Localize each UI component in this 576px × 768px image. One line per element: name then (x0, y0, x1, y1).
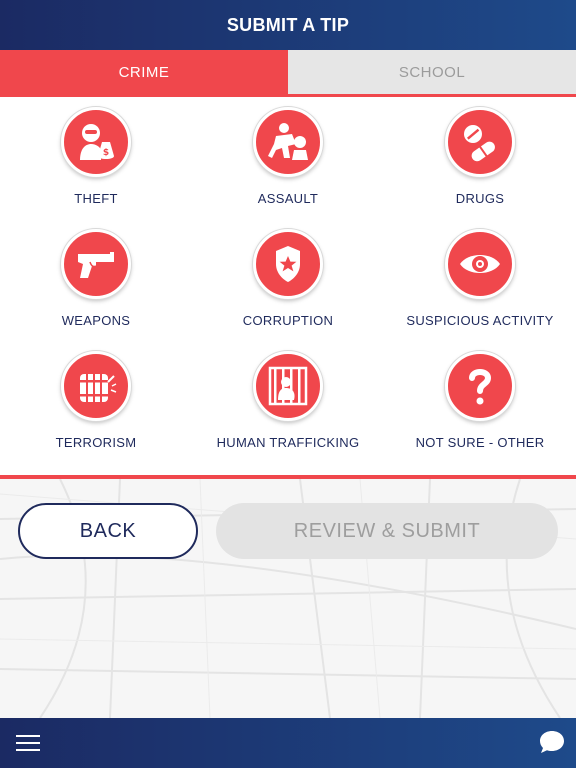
category-weapons[interactable]: WEAPONS (0, 219, 192, 341)
bottom-bar (0, 718, 576, 768)
app-header: SUBMIT A TIP (0, 0, 576, 50)
category-terrorism[interactable]: TERRORISM (0, 341, 192, 463)
thief-icon: $ (61, 107, 131, 177)
category-drugs[interactable]: DRUGS (384, 97, 576, 219)
hamburger-menu-icon[interactable] (16, 735, 40, 751)
chat-bubble-icon[interactable] (538, 728, 566, 756)
police-badge-icon (253, 229, 323, 299)
back-button[interactable]: BACK (18, 503, 198, 559)
category-label: THEFT (74, 191, 118, 206)
question-icon (445, 351, 515, 421)
category-label: SUSPICIOUS ACTIVITY (406, 313, 554, 328)
eye-icon (445, 229, 515, 299)
category-human-trafficking[interactable]: HUMAN TRAFFICKING (192, 341, 384, 463)
svg-text:$: $ (103, 148, 109, 158)
category-label: DRUGS (455, 191, 505, 206)
category-label: WEAPONS (61, 313, 131, 328)
review-submit-button[interactable]: REVIEW & SUBMIT (216, 503, 558, 559)
assault-icon (253, 107, 323, 177)
page-title: SUBMIT A TIP (226, 14, 350, 35)
tab-school[interactable]: SCHOOL (288, 50, 576, 94)
category-corruption[interactable]: CORRUPTION (192, 219, 384, 341)
pills-icon (445, 107, 515, 177)
category-label: TERRORISM (55, 435, 137, 450)
category-not-sure-other[interactable]: NOT SURE - OTHER (384, 341, 576, 463)
jail-icon (253, 351, 323, 421)
category-label: HUMAN TRAFFICKING (216, 435, 360, 450)
category-label: ASSAULT (257, 191, 319, 206)
bomb-icon (61, 351, 131, 421)
category-suspicious-activity[interactable]: SUSPICIOUS ACTIVITY (384, 219, 576, 341)
tab-bar: CRIME SCHOOL (0, 50, 576, 94)
category-theft[interactable]: $ THEFT (0, 97, 192, 219)
category-assault[interactable]: ASSAULT (192, 97, 384, 219)
category-label: NOT SURE - OTHER (415, 435, 545, 450)
category-grid: $ THEFT ASSAULT DRUGS WEAPONS CORRUPTION… (0, 97, 576, 475)
tab-crime[interactable]: CRIME (0, 50, 288, 94)
category-label: CORRUPTION (242, 313, 334, 328)
gun-icon (61, 229, 131, 299)
